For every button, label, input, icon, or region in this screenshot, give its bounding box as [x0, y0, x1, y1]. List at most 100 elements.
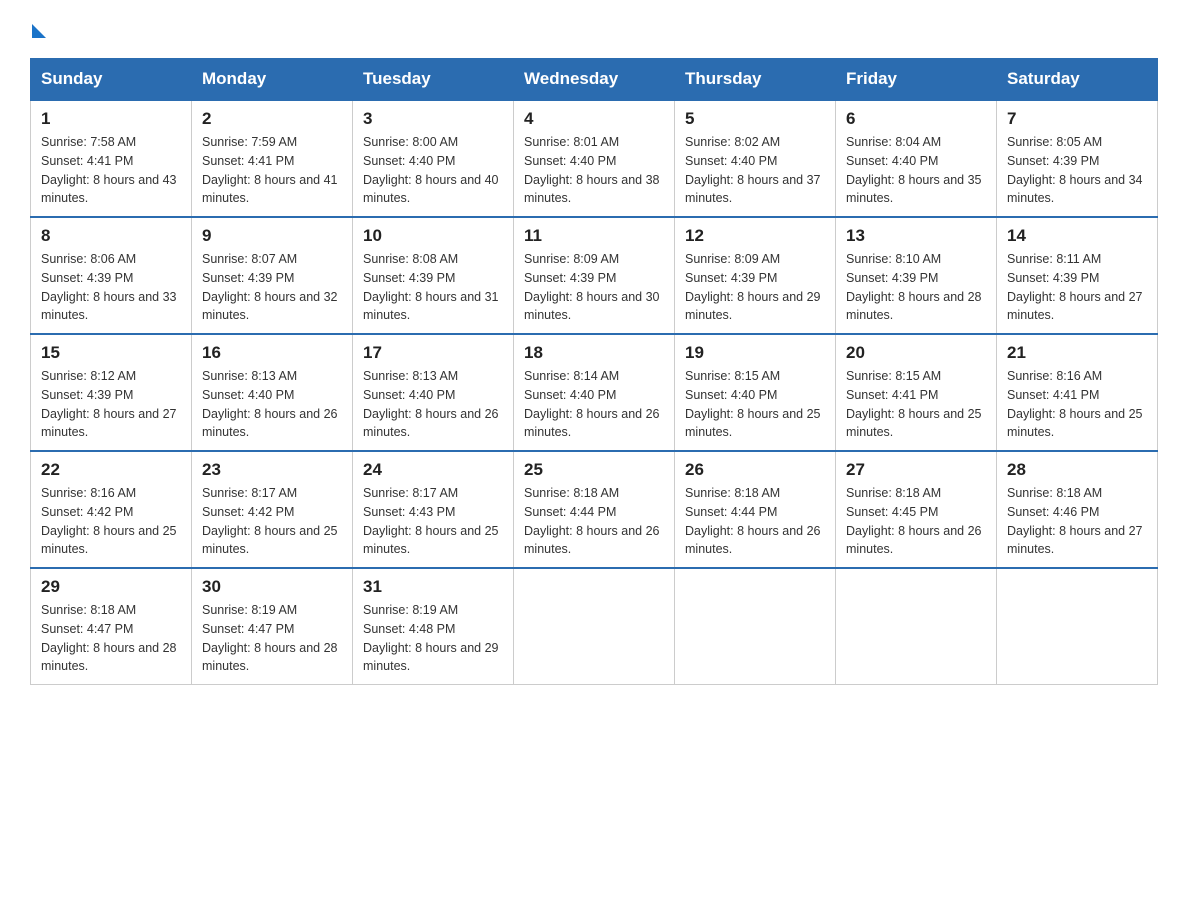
calendar-cell: 15 Sunrise: 8:12 AMSunset: 4:39 PMDaylig…: [31, 334, 192, 451]
calendar-cell: 29 Sunrise: 8:18 AMSunset: 4:47 PMDaylig…: [31, 568, 192, 685]
calendar-table: SundayMondayTuesdayWednesdayThursdayFrid…: [30, 58, 1158, 685]
day-number: 15: [41, 343, 181, 363]
day-info: Sunrise: 8:15 AMSunset: 4:41 PMDaylight:…: [846, 369, 982, 439]
calendar-cell: 23 Sunrise: 8:17 AMSunset: 4:42 PMDaylig…: [192, 451, 353, 568]
day-number: 9: [202, 226, 342, 246]
calendar-cell: [997, 568, 1158, 685]
day-info: Sunrise: 8:00 AMSunset: 4:40 PMDaylight:…: [363, 135, 499, 205]
calendar-cell: [836, 568, 997, 685]
day-number: 10: [363, 226, 503, 246]
day-number: 29: [41, 577, 181, 597]
week-row-4: 22 Sunrise: 8:16 AMSunset: 4:42 PMDaylig…: [31, 451, 1158, 568]
day-info: Sunrise: 8:13 AMSunset: 4:40 PMDaylight:…: [202, 369, 338, 439]
calendar-body: 1 Sunrise: 7:58 AMSunset: 4:41 PMDayligh…: [31, 100, 1158, 685]
day-number: 18: [524, 343, 664, 363]
day-number: 23: [202, 460, 342, 480]
calendar-cell: 27 Sunrise: 8:18 AMSunset: 4:45 PMDaylig…: [836, 451, 997, 568]
day-info: Sunrise: 8:07 AMSunset: 4:39 PMDaylight:…: [202, 252, 338, 322]
day-number: 31: [363, 577, 503, 597]
header-day-monday: Monday: [192, 59, 353, 101]
day-number: 3: [363, 109, 503, 129]
day-info: Sunrise: 8:19 AMSunset: 4:48 PMDaylight:…: [363, 603, 499, 673]
week-row-5: 29 Sunrise: 8:18 AMSunset: 4:47 PMDaylig…: [31, 568, 1158, 685]
calendar-cell: [514, 568, 675, 685]
day-info: Sunrise: 8:19 AMSunset: 4:47 PMDaylight:…: [202, 603, 338, 673]
day-number: 17: [363, 343, 503, 363]
calendar-cell: 6 Sunrise: 8:04 AMSunset: 4:40 PMDayligh…: [836, 100, 997, 217]
header-day-sunday: Sunday: [31, 59, 192, 101]
day-number: 12: [685, 226, 825, 246]
calendar-cell: 19 Sunrise: 8:15 AMSunset: 4:40 PMDaylig…: [675, 334, 836, 451]
calendar-cell: 14 Sunrise: 8:11 AMSunset: 4:39 PMDaylig…: [997, 217, 1158, 334]
day-info: Sunrise: 8:04 AMSunset: 4:40 PMDaylight:…: [846, 135, 982, 205]
day-info: Sunrise: 8:18 AMSunset: 4:44 PMDaylight:…: [685, 486, 821, 556]
day-number: 22: [41, 460, 181, 480]
header-row: SundayMondayTuesdayWednesdayThursdayFrid…: [31, 59, 1158, 101]
day-number: 5: [685, 109, 825, 129]
day-number: 21: [1007, 343, 1147, 363]
week-row-2: 8 Sunrise: 8:06 AMSunset: 4:39 PMDayligh…: [31, 217, 1158, 334]
calendar-cell: 9 Sunrise: 8:07 AMSunset: 4:39 PMDayligh…: [192, 217, 353, 334]
calendar-cell: 25 Sunrise: 8:18 AMSunset: 4:44 PMDaylig…: [514, 451, 675, 568]
day-info: Sunrise: 8:16 AMSunset: 4:41 PMDaylight:…: [1007, 369, 1143, 439]
calendar-cell: 22 Sunrise: 8:16 AMSunset: 4:42 PMDaylig…: [31, 451, 192, 568]
header-day-friday: Friday: [836, 59, 997, 101]
calendar-cell: 12 Sunrise: 8:09 AMSunset: 4:39 PMDaylig…: [675, 217, 836, 334]
day-info: Sunrise: 8:02 AMSunset: 4:40 PMDaylight:…: [685, 135, 821, 205]
logo: [30, 20, 46, 38]
day-info: Sunrise: 8:08 AMSunset: 4:39 PMDaylight:…: [363, 252, 499, 322]
day-info: Sunrise: 8:18 AMSunset: 4:46 PMDaylight:…: [1007, 486, 1143, 556]
day-number: 6: [846, 109, 986, 129]
calendar-cell: 16 Sunrise: 8:13 AMSunset: 4:40 PMDaylig…: [192, 334, 353, 451]
day-number: 24: [363, 460, 503, 480]
calendar-cell: 2 Sunrise: 7:59 AMSunset: 4:41 PMDayligh…: [192, 100, 353, 217]
day-number: 1: [41, 109, 181, 129]
calendar-cell: [675, 568, 836, 685]
day-info: Sunrise: 8:17 AMSunset: 4:42 PMDaylight:…: [202, 486, 338, 556]
calendar-cell: 8 Sunrise: 8:06 AMSunset: 4:39 PMDayligh…: [31, 217, 192, 334]
day-info: Sunrise: 8:18 AMSunset: 4:45 PMDaylight:…: [846, 486, 982, 556]
day-info: Sunrise: 8:17 AMSunset: 4:43 PMDaylight:…: [363, 486, 499, 556]
calendar-cell: 21 Sunrise: 8:16 AMSunset: 4:41 PMDaylig…: [997, 334, 1158, 451]
calendar-cell: 31 Sunrise: 8:19 AMSunset: 4:48 PMDaylig…: [353, 568, 514, 685]
logo-arrow-icon: [32, 24, 46, 38]
week-row-3: 15 Sunrise: 8:12 AMSunset: 4:39 PMDaylig…: [31, 334, 1158, 451]
calendar-cell: 28 Sunrise: 8:18 AMSunset: 4:46 PMDaylig…: [997, 451, 1158, 568]
header-day-wednesday: Wednesday: [514, 59, 675, 101]
day-info: Sunrise: 7:59 AMSunset: 4:41 PMDaylight:…: [202, 135, 338, 205]
day-info: Sunrise: 8:05 AMSunset: 4:39 PMDaylight:…: [1007, 135, 1143, 205]
day-info: Sunrise: 8:16 AMSunset: 4:42 PMDaylight:…: [41, 486, 177, 556]
day-number: 7: [1007, 109, 1147, 129]
calendar-cell: 3 Sunrise: 8:00 AMSunset: 4:40 PMDayligh…: [353, 100, 514, 217]
day-number: 30: [202, 577, 342, 597]
calendar-cell: 7 Sunrise: 8:05 AMSunset: 4:39 PMDayligh…: [997, 100, 1158, 217]
day-number: 14: [1007, 226, 1147, 246]
calendar-cell: 5 Sunrise: 8:02 AMSunset: 4:40 PMDayligh…: [675, 100, 836, 217]
day-info: Sunrise: 8:06 AMSunset: 4:39 PMDaylight:…: [41, 252, 177, 322]
day-number: 28: [1007, 460, 1147, 480]
day-number: 20: [846, 343, 986, 363]
day-info: Sunrise: 8:13 AMSunset: 4:40 PMDaylight:…: [363, 369, 499, 439]
day-info: Sunrise: 8:12 AMSunset: 4:39 PMDaylight:…: [41, 369, 177, 439]
day-number: 13: [846, 226, 986, 246]
page-header: [30, 20, 1158, 38]
day-number: 8: [41, 226, 181, 246]
day-info: Sunrise: 8:10 AMSunset: 4:39 PMDaylight:…: [846, 252, 982, 322]
calendar-cell: 11 Sunrise: 8:09 AMSunset: 4:39 PMDaylig…: [514, 217, 675, 334]
calendar-cell: 30 Sunrise: 8:19 AMSunset: 4:47 PMDaylig…: [192, 568, 353, 685]
day-number: 16: [202, 343, 342, 363]
calendar-cell: 4 Sunrise: 8:01 AMSunset: 4:40 PMDayligh…: [514, 100, 675, 217]
calendar-cell: 10 Sunrise: 8:08 AMSunset: 4:39 PMDaylig…: [353, 217, 514, 334]
day-info: Sunrise: 8:18 AMSunset: 4:44 PMDaylight:…: [524, 486, 660, 556]
calendar-cell: 20 Sunrise: 8:15 AMSunset: 4:41 PMDaylig…: [836, 334, 997, 451]
day-info: Sunrise: 7:58 AMSunset: 4:41 PMDaylight:…: [41, 135, 177, 205]
day-number: 19: [685, 343, 825, 363]
day-number: 26: [685, 460, 825, 480]
header-day-thursday: Thursday: [675, 59, 836, 101]
calendar-cell: 13 Sunrise: 8:10 AMSunset: 4:39 PMDaylig…: [836, 217, 997, 334]
calendar-cell: 26 Sunrise: 8:18 AMSunset: 4:44 PMDaylig…: [675, 451, 836, 568]
calendar-cell: 18 Sunrise: 8:14 AMSunset: 4:40 PMDaylig…: [514, 334, 675, 451]
header-day-saturday: Saturday: [997, 59, 1158, 101]
day-number: 25: [524, 460, 664, 480]
day-number: 27: [846, 460, 986, 480]
